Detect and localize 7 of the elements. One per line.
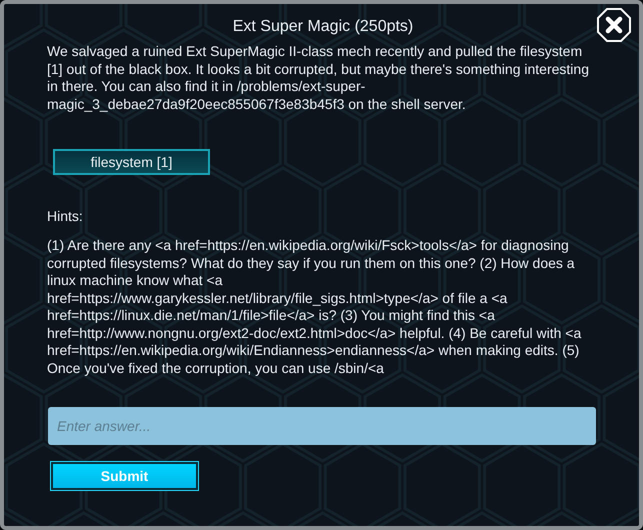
description: We salvaged a ruined Ext SuperMagic II-class mech recently and pulled the filesystem [1] out of the black box. It looks a bit corrupted, but maybe there's something interesting in there. You can also find it in /problems/ext-super-magic_3_debae27da9f20eec855067f3e83b45f3 on the shell server. [47, 43, 590, 113]
hints-text: (1) Are there any <a href=https://en.wikipedia.org/wiki/Fsck>tools</a> for diagnosing corrupted filesystems? What do they say if you run them on this one? (2) How does a linux machine know what <a href=https://www.garykessler.net/library/file_sigs.html>type</a> of file a <a href=https://linux.die.net/man/1/file>file</a> is? (3) You might find this <a href=http://www.nongnu.org/ext2-doc/ext2.html>doc</a> helpful. (4) Be careful with <a href=https://en.wikipedia.org/wiki/Endianness>endianness</a> when making edits. (5) Once you've fixed the corruption, you can use /sbin/<a [47, 237, 582, 377]
hints-label: Hints: [47, 208, 84, 224]
answer-field[interactable]: Enter answer... [48, 407, 596, 445]
file-button[interactable]: filesystem [1] [53, 149, 210, 175]
dialog-title: Ext Super Magic (250pts) [232, 18, 414, 36]
close-icon[interactable] [597, 8, 631, 42]
